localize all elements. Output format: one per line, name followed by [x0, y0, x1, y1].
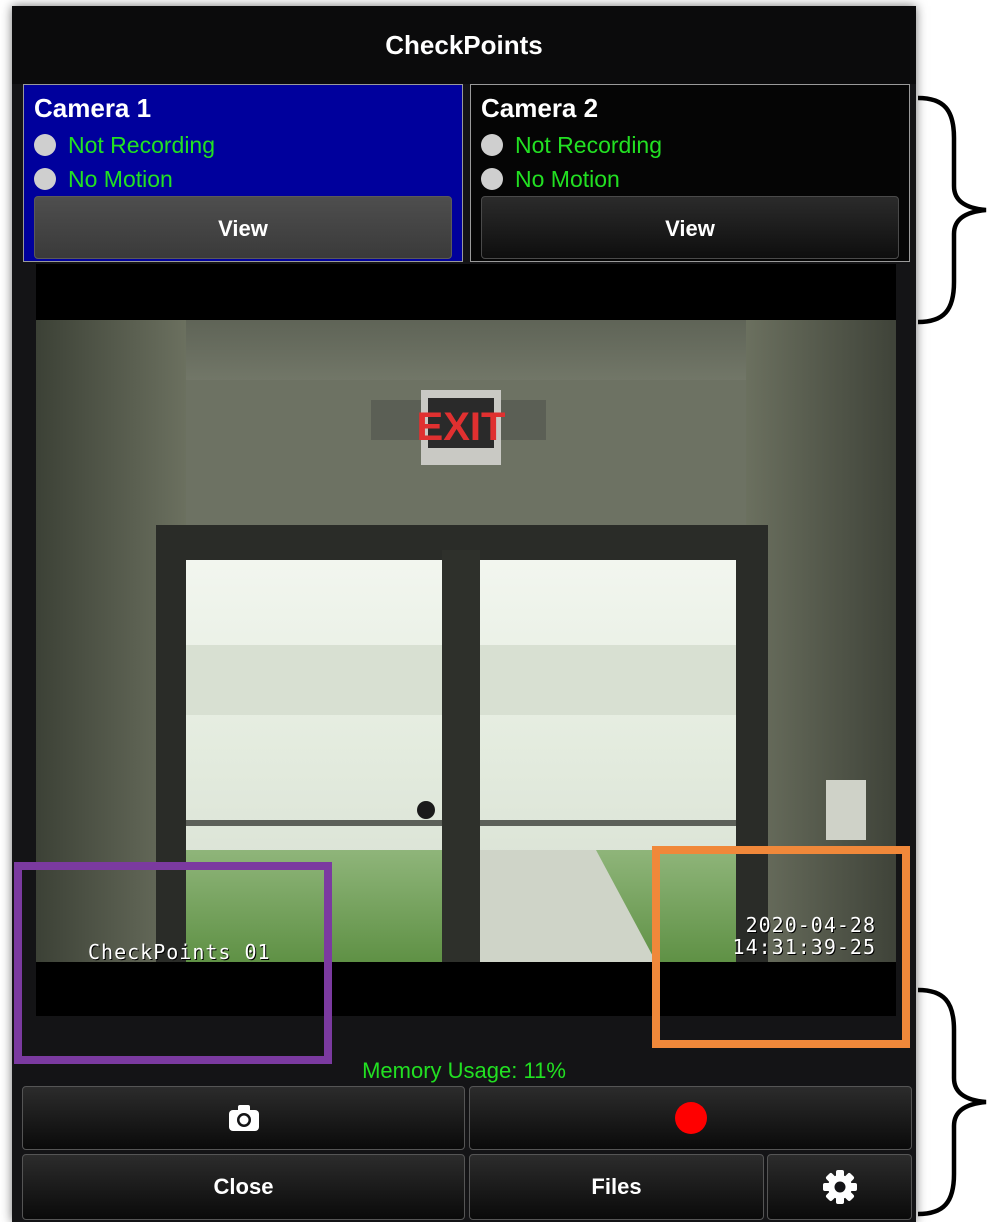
camera-2-view-button[interactable]: View: [481, 196, 899, 259]
recording-status-text: Not Recording: [68, 131, 216, 158]
close-button[interactable]: Close: [22, 1154, 465, 1220]
status-indicator-icon: [481, 168, 503, 190]
camera-icon: [228, 1105, 259, 1131]
camera-1-view-button[interactable]: View: [34, 196, 452, 259]
gear-icon: [822, 1170, 857, 1204]
record-dot-icon: [674, 1102, 707, 1134]
highlight-box-camera-name: [14, 862, 332, 1064]
camera-2-card[interactable]: Camera 2 Not Recording No Motion View: [470, 84, 910, 262]
camera-2-recording-status: Not Recording: [481, 131, 662, 159]
camera-1-card[interactable]: Camera 1 Not Recording No Motion View: [23, 84, 463, 262]
camera-1-name: Camera 1: [34, 93, 152, 123]
recording-status-text: Not Recording: [515, 131, 663, 158]
settings-button[interactable]: [767, 1154, 912, 1220]
camera-1-motion-status: No Motion: [34, 165, 173, 193]
status-indicator-icon: [481, 134, 503, 156]
brace-annotation-bottom: [917, 987, 987, 1217]
snapshot-button[interactable]: [22, 1086, 465, 1150]
status-indicator-icon: [34, 134, 56, 156]
files-button[interactable]: Files: [469, 1154, 764, 1220]
highlight-box-timestamp: [652, 846, 910, 1048]
record-button[interactable]: [469, 1086, 912, 1150]
exit-sign-text: EXIT: [417, 405, 506, 449]
status-indicator-icon: [34, 168, 56, 190]
camera-1-recording-status: Not Recording: [34, 131, 215, 159]
motion-status-text: No Motion: [68, 165, 173, 192]
camera-2-name: Camera 2: [481, 93, 599, 123]
brace-annotation-top: [917, 95, 987, 325]
app-title: CheckPoints: [12, 6, 916, 84]
camera-2-motion-status: No Motion: [481, 165, 620, 193]
motion-status-text: No Motion: [515, 165, 620, 192]
